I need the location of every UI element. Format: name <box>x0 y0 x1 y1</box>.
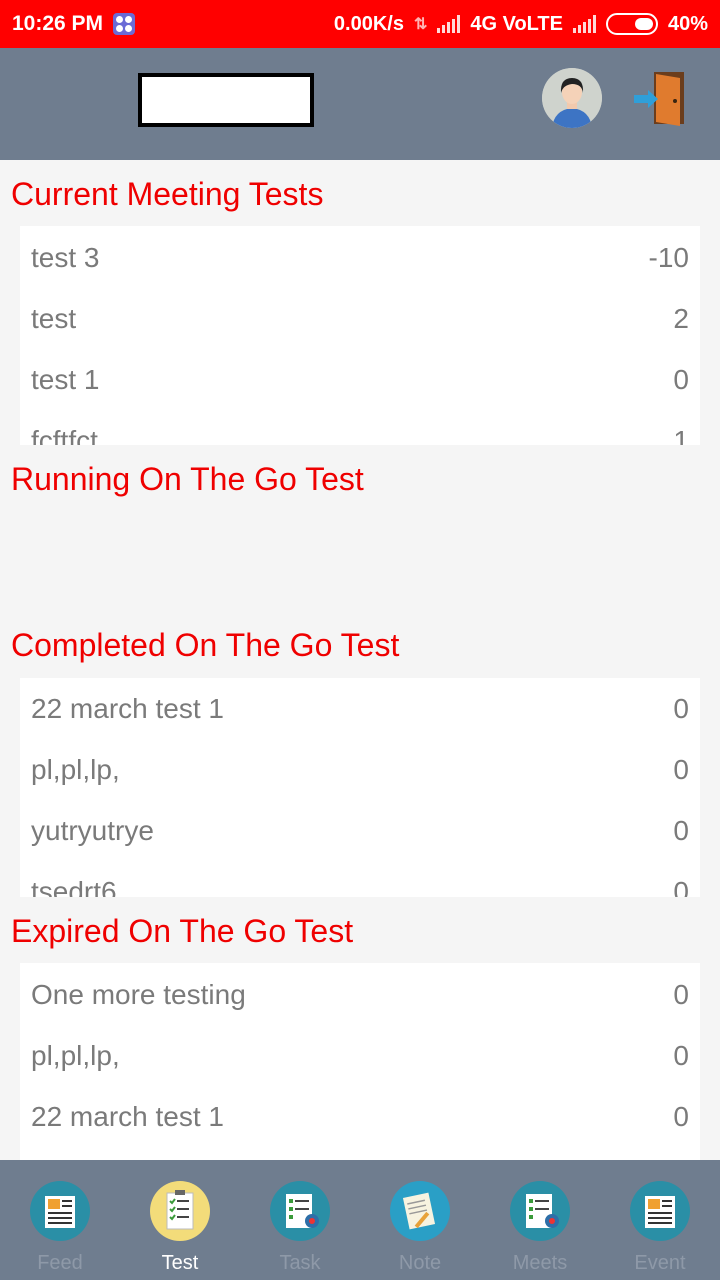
app-notification-icon <box>113 13 136 35</box>
battery-icon <box>605 13 658 35</box>
nav-item-meets[interactable]: Meets <box>480 1160 600 1280</box>
list-item[interactable]: test 3 -10 <box>20 227 700 288</box>
battery-percent: 40% <box>667 12 708 35</box>
app-header <box>0 48 720 160</box>
test-score: -10 <box>648 241 689 273</box>
test-score: 0 <box>673 875 689 898</box>
test-name: yutryutrye <box>31 814 154 846</box>
test-score: 0 <box>673 753 689 785</box>
nav-item-test[interactable]: Test <box>120 1160 240 1280</box>
data-transfer-icon: ⇅ <box>413 16 428 33</box>
list-item[interactable]: 22 march test 1 0 <box>20 1086 700 1147</box>
nav-label: Meets <box>512 1252 568 1274</box>
list-item[interactable]: test 1 0 <box>20 349 700 410</box>
expired-list[interactable]: One more testing 0 pl,pl,lp, 0 22 march te… <box>20 963 700 1160</box>
test-name: 22 march test 1 <box>31 692 224 724</box>
test-score: 0 <box>673 1100 689 1132</box>
signal-icon <box>437 15 461 33</box>
test-score: 2 <box>673 302 689 334</box>
test-name: pl,pl,lp, <box>31 753 120 785</box>
list-item[interactable]: test 2 <box>20 288 700 349</box>
test-name: test 1 <box>31 363 100 395</box>
status-bar: 10:26 PM 0.00K/s ⇅ 4G VoLTE 40% <box>0 0 720 48</box>
test-name: tsedrt6 <box>31 875 117 898</box>
nav-item-task[interactable]: Task <box>240 1160 360 1280</box>
test-name: test <box>31 302 77 334</box>
signal-icon-2 <box>572 15 596 33</box>
app-logo <box>138 73 314 127</box>
test-checklist-icon <box>150 1181 210 1241</box>
test-name: fcftfct <box>31 424 98 446</box>
nav-item-feed[interactable]: Feed <box>0 1160 120 1280</box>
test-score: 0 <box>673 692 689 724</box>
test-score: 0 <box>673 1039 689 1071</box>
section-title-completed: Completed On The Go Test <box>11 627 400 663</box>
section-title-current-meeting: Current Meeting Tests <box>11 176 324 212</box>
list-item[interactable]: pl,pl,lp, 0 <box>20 1025 700 1086</box>
status-time: 10:26 PM <box>12 12 104 35</box>
event-icon <box>630 1181 690 1241</box>
list-item[interactable]: tsedrt6 0 <box>20 861 700 898</box>
test-score: 0 <box>673 814 689 846</box>
meets-icon <box>510 1181 570 1241</box>
nav-label: Task <box>279 1252 321 1274</box>
feed-icon <box>30 1181 90 1241</box>
section-title-running: Running On The Go Test <box>11 461 364 497</box>
test-score: 0 <box>673 363 689 395</box>
list-item[interactable]: One more testing 0 <box>20 964 700 1025</box>
current-meeting-list[interactable]: test 3 -10 test 2 test 1 0 fcftfct 1 <box>20 226 700 445</box>
test-name: test 3 <box>31 241 100 273</box>
task-icon <box>270 1181 330 1241</box>
test-score: 0 <box>673 978 689 1010</box>
nav-item-note[interactable]: Note <box>360 1160 480 1280</box>
exit-door-icon[interactable] <box>632 68 692 128</box>
test-name: 22 march test 1 <box>31 1100 224 1132</box>
network-speed: 0.00K/s <box>333 12 404 35</box>
section-title-expired: Expired On The Go Test <box>11 913 354 949</box>
main-content[interactable]: Current Meeting Tests test 3 -10 test 2 te… <box>0 160 720 1160</box>
list-item[interactable]: yutryutrye 0 <box>20 800 700 861</box>
nav-label: Note <box>398 1252 442 1274</box>
list-item[interactable]: pl,pl,lp, 0 <box>20 739 700 800</box>
test-name: One more testing <box>31 978 246 1010</box>
bottom-nav: Feed Test Task Note Meets Event <box>0 1160 720 1280</box>
list-item[interactable]: 22 march test 1 0 <box>20 678 700 739</box>
list-item[interactable]: fcftfct 1 <box>20 410 700 446</box>
user-avatar-icon[interactable] <box>542 68 602 128</box>
test-name: pl,pl,lp, <box>31 1039 120 1071</box>
status-right: 0.00K/s ⇅ 4G VoLTE 40% <box>334 13 708 36</box>
note-icon <box>390 1181 450 1241</box>
nav-label: Feed <box>37 1252 83 1274</box>
network-type: 4G VoLTE <box>470 12 563 35</box>
nav-label: Test <box>161 1252 199 1274</box>
completed-list[interactable]: 22 march test 10 pl,pl,lp, 0 yutryutrye 0 … <box>20 678 700 897</box>
nav-label: Event <box>634 1252 686 1274</box>
test-score: 1 <box>673 424 689 446</box>
nav-item-event[interactable]: Event <box>600 1160 720 1280</box>
